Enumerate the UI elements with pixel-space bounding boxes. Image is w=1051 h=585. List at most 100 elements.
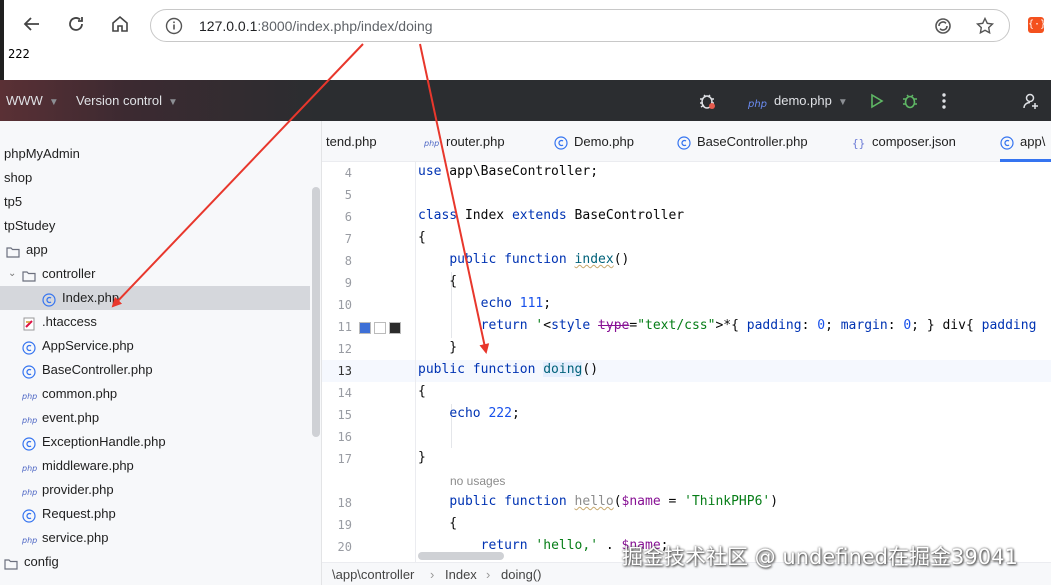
breadcrumb-namespace[interactable]: \app\controller [332, 563, 414, 585]
editor-tab[interactable]: tend.php [326, 121, 377, 162]
run-config-selector[interactable]: demo.php ▼ [774, 93, 848, 108]
code-line-8: public function index() [449, 252, 630, 267]
line-number: 19 [337, 518, 352, 532]
tree-item[interactable]: php middleware.php [0, 454, 310, 478]
chevron-down-icon[interactable]: ⌄ [8, 262, 16, 286]
breadcrumb-method[interactable]: doing() [501, 563, 541, 585]
editor-tab[interactable]: BaseController.php [677, 121, 808, 162]
code-line-10: echo 111; [480, 296, 552, 311]
editor-tab[interactable]: {} composer.json [852, 121, 956, 162]
tree-item[interactable]: controller ⌄ [0, 262, 310, 286]
editor-tab-label: Demo.php [574, 134, 634, 149]
home-button[interactable] [106, 10, 134, 38]
ide-title-bar: WWW ▼ Version control ▼ php demo.php ▼ [0, 80, 1051, 121]
line-number: 14 [337, 386, 352, 400]
reload-icon [69, 17, 83, 31]
php-file-icon: php [423, 136, 440, 150]
code-line-13: public function doing() [418, 362, 599, 377]
editor-tab-label: app\ [1020, 134, 1046, 149]
line-number: 9 [344, 276, 352, 290]
home-icon [112, 15, 128, 32]
tree-item[interactable]: AppService.php [0, 334, 310, 358]
tree-item[interactable]: Request.php [0, 502, 310, 526]
tree-item[interactable]: phpMyAdmin [0, 142, 310, 166]
svg-text:php: php [22, 488, 37, 497]
code-line-14: { [418, 384, 426, 399]
tree-item[interactable]: php service.php [0, 526, 310, 550]
tree-item-label: middleware.php [42, 458, 134, 473]
reload-button[interactable] [62, 10, 90, 38]
tree-item[interactable]: tp5 [0, 190, 310, 214]
svg-text:{}: {} [852, 137, 865, 150]
bug-icon[interactable] [696, 90, 718, 112]
tree-item[interactable]: php provider.php [0, 478, 310, 502]
breadcrumb-class[interactable]: Index [445, 563, 477, 585]
tree-item[interactable]: app [0, 238, 310, 262]
editor-tab[interactable]: php router.php [423, 121, 505, 162]
debug-icon[interactable] [899, 90, 921, 112]
code-line-15: echo 222; [449, 406, 520, 421]
line-number: 4 [344, 166, 352, 180]
tree-item[interactable]: .htaccess [0, 310, 310, 334]
tree-item[interactable]: php event.php [0, 406, 310, 430]
url-host: 127.0.0.1 [199, 18, 258, 34]
folder-icon [22, 267, 36, 282]
class-icon [554, 135, 568, 150]
code-line-9: { [418, 274, 458, 289]
tree-item-label: .htaccess [42, 314, 97, 329]
editor-tabs: tend.php php router.php Demo.php BaseControl… [322, 121, 1051, 162]
more-menu-icon[interactable] [933, 90, 955, 112]
color-swatch-blue[interactable] [359, 322, 371, 334]
tree-item[interactable]: BaseController.php [0, 358, 310, 382]
color-swatch-white[interactable] [374, 322, 386, 334]
back-arrow-icon [23, 17, 39, 31]
svg-text:php: php [22, 392, 37, 401]
code-editor[interactable]: 4 5 6 7 8 9 10 11 12 13 14 15 16 17 18 19 20 use app\Bas… [322, 162, 1051, 562]
extension-icon[interactable]: {·} [1028, 17, 1046, 33]
tree-item[interactable]: Index.php [0, 286, 310, 310]
address-bar[interactable]: 127.0.0.1:8000/index.php/index/doing [150, 9, 1010, 42]
code-line-11: return '<style type="text/css">*{ paddin… [480, 318, 1037, 333]
class-icon [22, 435, 36, 451]
breadcrumb-separator: › [430, 567, 435, 582]
tree-item[interactable]: php common.php [0, 382, 310, 406]
bookmark-star-icon[interactable] [975, 16, 995, 41]
php-file-icon: php [21, 483, 37, 497]
project-tree: phpMyAdmin shop tp5 tpStudey app controller ⌄ I… [0, 121, 322, 585]
screenshot-root: 127.0.0.1:8000/index.php/index/doing {·}… [0, 0, 1051, 585]
tree-item[interactable]: shop [0, 166, 310, 190]
code-line-18: public function hello($name = 'ThinkPHP6… [449, 494, 779, 509]
project-selector[interactable]: WWW ▼ [6, 93, 59, 108]
code-line-4: use app\BaseController; [418, 164, 599, 179]
horizontal-scrollbar[interactable] [418, 552, 504, 560]
site-info-icon[interactable] [165, 17, 183, 40]
translate-icon[interactable] [933, 16, 953, 41]
tree-item[interactable]: ExceptionHandle.php [0, 430, 310, 454]
editor-tab[interactable]: Demo.php [554, 121, 634, 162]
line-number: 15 [337, 408, 352, 422]
tree-item-label: ExceptionHandle.php [42, 434, 166, 449]
editor-tab[interactable]: app\ [1000, 121, 1051, 162]
php-run-config-icon[interactable]: php [748, 90, 770, 112]
run-icon[interactable] [865, 90, 887, 112]
line-number: 5 [344, 188, 352, 202]
color-swatch-black[interactable] [389, 322, 401, 334]
back-button[interactable] [18, 10, 46, 38]
line-number: 17 [337, 452, 352, 466]
breadcrumb-separator: › [486, 567, 491, 582]
svg-text:php: php [22, 464, 37, 473]
add-user-icon[interactable] [1020, 90, 1042, 112]
vcs-selector[interactable]: Version control ▼ [76, 93, 178, 108]
tree-item[interactable]: tpStudey [0, 214, 310, 238]
php-file-icon: php [21, 531, 37, 545]
tree-item-label: common.php [42, 386, 118, 401]
class-icon [42, 291, 56, 307]
tree-item-label: tpStudey [4, 218, 56, 233]
url-text[interactable]: 127.0.0.1:8000/index.php/index/doing [199, 18, 433, 34]
code-line-6: class Index extends BaseController [418, 208, 685, 223]
tree-scrollbar[interactable] [312, 187, 320, 437]
no-usages-hint: no usages [450, 474, 506, 488]
gutter-separator [415, 162, 416, 562]
tree-item[interactable]: config [0, 550, 310, 574]
tree-item-label: app [26, 242, 48, 257]
